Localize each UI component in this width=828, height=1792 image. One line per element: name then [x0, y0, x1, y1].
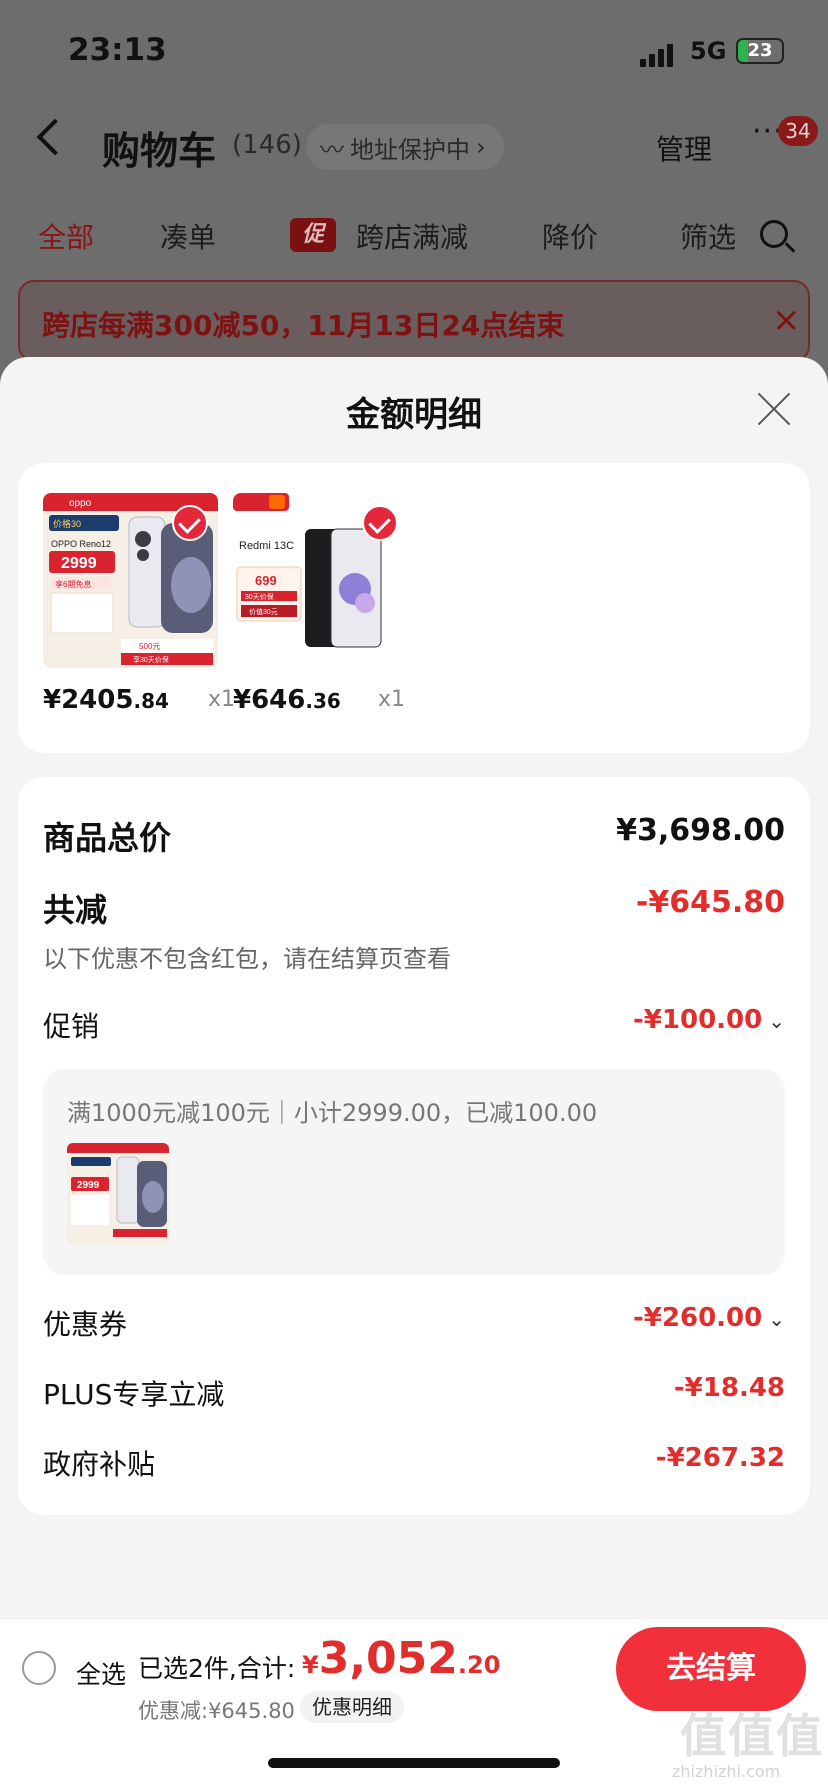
close-icon[interactable]	[756, 391, 792, 427]
message-badge: 34	[778, 116, 818, 146]
gov-value: -¥267.32	[655, 1443, 785, 1473]
tab-cross-store[interactable]: 跨店满减	[356, 216, 468, 256]
cart-header: 购物车 (146) 〰 地址保护中 › 管理 ···	[0, 110, 828, 190]
tab-filter[interactable]: 筛选	[680, 216, 736, 256]
selected-summary: 已选2件,合计:	[138, 1654, 296, 1683]
promo-notice: 跨店每满300减50，11月13日24点结束 ×	[18, 280, 810, 362]
sheet-title: 金额明细	[346, 395, 482, 435]
close-icon[interactable]: ×	[772, 300, 801, 340]
check-icon	[172, 505, 208, 541]
network-label: 5G	[690, 37, 727, 65]
promo-label: 促销	[43, 1010, 100, 1043]
reduce-row: 共减 -¥645.80	[43, 885, 785, 929]
product-price: ¥646.36	[233, 685, 341, 715]
plus-label: PLUS专享立减	[43, 1378, 225, 1411]
amount-detail-sheet: 金额明细 oppo 价格30 OPPO Reno12 2999 享6期免息 50…	[0, 357, 828, 1792]
status-time: 23:13	[68, 32, 167, 68]
signal-icon	[640, 44, 673, 67]
reduce-note: 以下优惠不包含红包，请在结算页查看	[43, 945, 451, 973]
watermark-url: zhizhizhi.com	[672, 1762, 781, 1781]
search-icon-handle	[784, 242, 796, 253]
tab-combine[interactable]: 凑单	[160, 216, 216, 256]
background-page: 23:13 5G 23 购物车 (146) 〰 地址保护中 › 管理 ··· 3…	[0, 0, 828, 380]
product-image: 2999	[67, 1143, 169, 1245]
filter-tabs: 全部 凑单 促 跨店满减 降价 筛选	[0, 210, 828, 260]
promo-detail-box: 满1000元减100元｜小计2999.00，已减100.00 2999	[43, 1069, 785, 1275]
coupon-row[interactable]: 优惠券 -¥260.00 ⌄	[43, 1303, 785, 1343]
tab-price-drop[interactable]: 降价	[542, 216, 598, 256]
promo-rule: 满1000元减100元｜小计2999.00，已减100.00	[67, 1099, 598, 1127]
art-price: 2999	[77, 1180, 100, 1191]
coupon-value: -¥260.00 ⌄	[633, 1303, 785, 1333]
product-image: Redmi 13C 699 30天价保 价值30元	[233, 493, 408, 668]
chevron-down-icon[interactable]: ⌄	[768, 1307, 785, 1331]
shield-icon: 〰	[320, 135, 344, 164]
tab-all[interactable]: 全部	[38, 216, 94, 256]
home-indicator	[268, 1758, 560, 1768]
plus-value: -¥18.48	[673, 1373, 785, 1403]
manage-button[interactable]: 管理	[656, 128, 712, 168]
battery-percent: 23	[747, 40, 773, 61]
price-breakdown: 商品总价 ¥3,698.00 共减 -¥645.80 以下优惠不包含红包，请在结…	[18, 777, 810, 1515]
chevron-right-icon: ›	[476, 133, 486, 161]
status-bar: 23:13 5G 23	[0, 0, 828, 100]
promo-tag-icon: 促	[290, 218, 336, 252]
product-price: ¥2405.84	[43, 685, 169, 715]
chevron-down-icon[interactable]: ⌄	[768, 1009, 785, 1033]
total-value: ¥3,698.00	[616, 813, 785, 848]
reduce-label: 共减	[43, 891, 108, 929]
promo-row[interactable]: 促销 -¥100.00 ⌄	[43, 1005, 785, 1045]
back-arrow-icon[interactable]	[36, 118, 74, 156]
coupon-label: 优惠券	[43, 1308, 128, 1341]
cart-count: (146)	[232, 130, 302, 160]
notice-text: 跨店每满300减50，11月13日24点结束	[42, 309, 565, 342]
product-image: oppo 价格30 OPPO Reno12 2999 享6期免息 500元 享3…	[43, 493, 218, 668]
watermark: 值值值	[680, 1709, 824, 1763]
art-price: 699	[255, 573, 277, 588]
product-qty: x1	[208, 687, 236, 712]
gov-label: 政府补贴	[43, 1448, 156, 1481]
selected-total: ¥3,052.20	[302, 1633, 501, 1684]
discount-amount: 优惠减:¥645.80	[138, 1699, 295, 1723]
art-model: OPPO Reno12	[51, 539, 111, 549]
address-protection-chip[interactable]: 〰 地址保护中 ›	[306, 124, 504, 170]
product-qty: x1	[378, 687, 406, 712]
art-bottom: 享30天价保	[133, 655, 169, 664]
gov-subsidy-row: 政府补贴 -¥267.32	[43, 1443, 785, 1483]
checkout-button[interactable]: 去结算	[616, 1627, 806, 1711]
product-list: oppo 价格30 OPPO Reno12 2999 享6期免息 500元 享3…	[18, 463, 810, 753]
art-tag: 30天价保	[245, 592, 274, 601]
plus-row: PLUS专享立减 -¥18.48	[43, 1373, 785, 1413]
promo-value: -¥100.00 ⌄	[633, 1005, 785, 1035]
battery-icon: 23	[736, 38, 784, 64]
brand-logo: oppo	[69, 498, 92, 509]
address-label: 地址保护中	[350, 135, 470, 164]
total-price-row: 商品总价 ¥3,698.00	[43, 813, 785, 857]
art-price: 2999	[61, 555, 97, 572]
brand-logo: Redmi 13C	[239, 540, 294, 552]
art-top: 价格30	[53, 518, 81, 529]
reduce-value: -¥645.80	[635, 885, 785, 920]
total-label: 商品总价	[43, 819, 172, 857]
discount-detail-button[interactable]: 优惠明细	[300, 1691, 404, 1723]
art-tag: 享6期免息	[55, 579, 91, 589]
page-title: 购物车	[102, 129, 217, 173]
check-icon	[362, 505, 398, 541]
art-bonus: 500元	[139, 642, 160, 651]
art-bottom: 价值30元	[249, 607, 278, 616]
select-all-checkbox[interactable]	[22, 1651, 56, 1685]
select-all-label[interactable]: 全选	[76, 1655, 126, 1691]
